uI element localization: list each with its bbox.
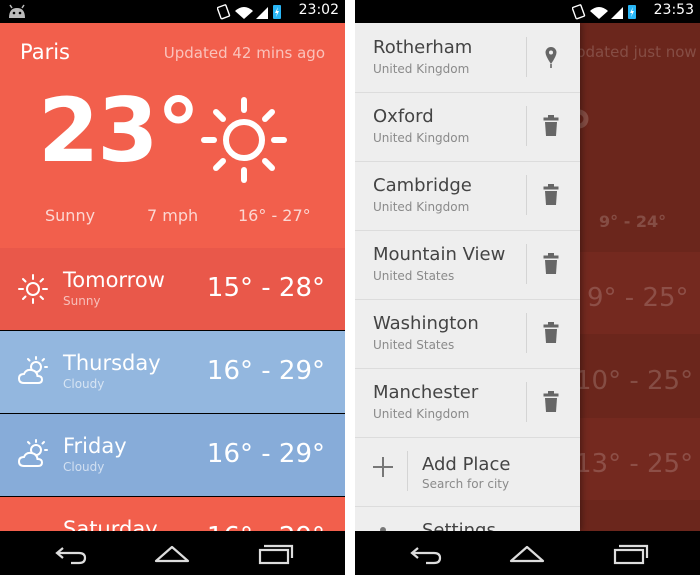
forecast-row[interactable]: Thursday Cloudy 16° - 29°	[0, 331, 345, 413]
delete-icon[interactable]	[538, 181, 564, 209]
temperature-range: 16° - 27°	[238, 206, 311, 225]
back-button[interactable]	[406, 541, 446, 565]
delete-icon[interactable]	[538, 319, 564, 347]
status-icons	[217, 4, 281, 20]
current-condition: Sunny	[45, 206, 96, 225]
back-icon	[410, 547, 442, 565]
forecast-condition: Cloudy	[63, 460, 105, 474]
back-icon	[55, 547, 87, 565]
forecast-day: Tomorrow	[63, 268, 165, 292]
add-place-button[interactable]: Add Place Search for city	[355, 437, 580, 507]
place-name: Mountain View	[373, 244, 506, 265]
forecast-condition: Sunny	[63, 294, 101, 308]
updated-time: Updated 42 mins ago	[163, 44, 325, 62]
forecast-range: 13° - 25°	[575, 449, 694, 479]
home-button[interactable]	[152, 541, 192, 565]
add-place-label: Add Place	[422, 454, 511, 475]
place-country: United Kingdom	[373, 62, 470, 76]
signal-icon	[611, 7, 623, 19]
android-icon	[9, 4, 25, 18]
home-icon	[154, 545, 190, 563]
place-name: Rotherham	[373, 37, 473, 58]
place-country: United Kingdom	[373, 407, 470, 421]
place-country: United Kingdom	[373, 200, 470, 214]
place-item[interactable]: Oxford United Kingdom	[355, 92, 580, 162]
city-name: Paris	[20, 40, 70, 64]
places-drawer: Rotherham United Kingdom Oxford United K…	[355, 23, 580, 541]
temperature-range: 9° - 24°	[599, 212, 667, 231]
add-place-hint: Search for city	[422, 477, 510, 491]
place-name: Washington	[373, 313, 479, 334]
place-name: Cambridge	[373, 175, 472, 196]
place-item[interactable]: Washington United States	[355, 299, 580, 369]
back-button[interactable]	[51, 541, 91, 565]
rotate-icon	[217, 4, 231, 20]
weather-screen: 23:02 Paris Updated 42 mins ago 23° Sunn…	[0, 0, 345, 575]
partly-cloudy-icon	[17, 356, 48, 384]
updated-time: Updated just now	[565, 43, 697, 61]
wifi-icon	[235, 7, 253, 19]
place-item[interactable]: Mountain View United States	[355, 230, 580, 300]
current-temperature: 23°	[38, 79, 200, 182]
forecast-day: Friday	[63, 434, 127, 458]
status-bar: 23:02	[0, 0, 345, 23]
forecast-range: 15° - 28°	[206, 273, 325, 303]
navigation-bar	[355, 531, 700, 575]
recents-icon	[258, 544, 294, 565]
status-bar: 23:53	[355, 0, 700, 23]
place-item[interactable]: Manchester United Kingdom	[355, 368, 580, 438]
place-item[interactable]: Rotherham United Kingdom	[355, 23, 580, 93]
clock: 23:53	[653, 2, 694, 18]
place-country: United States	[373, 269, 455, 283]
clock: 23:02	[298, 2, 339, 18]
home-button[interactable]	[507, 541, 547, 565]
delete-icon[interactable]	[538, 388, 564, 416]
recents-icon	[613, 544, 649, 565]
recents-button[interactable]	[254, 541, 294, 565]
forecast-range: 16° - 29°	[206, 439, 325, 469]
plus-icon	[373, 457, 393, 477]
forecast-row[interactable]: Friday Cloudy 16° - 29°	[0, 414, 345, 496]
location-pin-icon[interactable]	[538, 43, 564, 71]
places-drawer-screen: 23:53 Updated just now 9° - 24° 9° - 25°…	[355, 0, 700, 575]
place-country: United Kingdom	[373, 131, 470, 145]
wind-speed: 7 mph	[147, 206, 199, 225]
forecast-range: 9° - 25°	[587, 283, 689, 313]
forecast-condition: Cloudy	[63, 377, 105, 391]
current-weather-panel: Paris Updated 42 mins ago 23° Sunny 7 mp…	[0, 23, 345, 248]
forecast-range: 16° - 29°	[206, 356, 325, 386]
sun-icon	[201, 97, 287, 183]
place-name: Manchester	[373, 382, 479, 403]
partly-cloudy-icon	[17, 439, 48, 467]
status-icons	[572, 4, 636, 20]
wifi-icon	[590, 7, 608, 19]
forecast-row[interactable]: Tomorrow Sunny 15° - 28°	[0, 248, 345, 330]
place-item[interactable]: Cambridge United Kingdom	[355, 161, 580, 231]
place-country: United States	[373, 338, 455, 352]
place-name: Oxford	[373, 106, 434, 127]
navigation-bar	[0, 531, 345, 575]
home-icon	[509, 545, 545, 563]
forecast-day: Thursday	[63, 351, 161, 375]
rotate-icon	[572, 4, 586, 20]
forecast-range: 10° - 25°	[575, 366, 694, 396]
delete-icon[interactable]	[538, 250, 564, 278]
signal-icon	[256, 7, 268, 19]
delete-icon[interactable]	[538, 112, 564, 140]
recents-button[interactable]	[609, 541, 649, 565]
sun-icon	[18, 274, 48, 304]
